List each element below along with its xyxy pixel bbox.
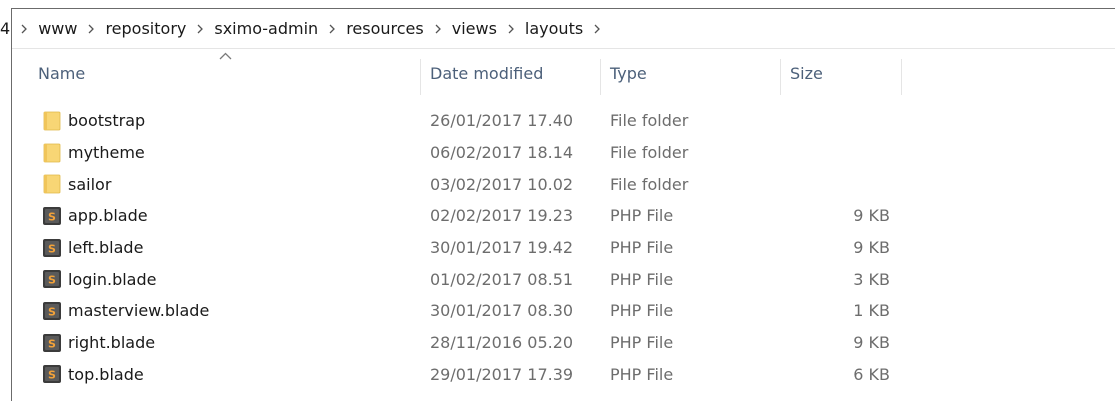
file-date-modified: 01/02/2017 08.51 — [430, 269, 574, 289]
svg-text:S: S — [48, 369, 56, 382]
file-type: File folder — [610, 174, 689, 194]
chevron-right-icon[interactable] — [504, 24, 518, 34]
file-date-modified: 29/01/2017 17.39 — [430, 364, 574, 384]
breadcrumb-item[interactable]: repository — [98, 19, 193, 38]
svg-text:S: S — [48, 210, 56, 223]
file-size: 9 KB — [853, 206, 890, 226]
file-name-cell[interactable]: Sleft.blade — [42, 232, 143, 264]
file-size: 6 KB — [853, 364, 890, 384]
file-type: PHP File — [610, 269, 674, 289]
file-size — [792, 105, 890, 137]
file-date-modified: 30/01/2017 08.30 — [430, 301, 574, 321]
file-name-cell[interactable]: mytheme — [42, 137, 145, 169]
file-name: top.blade — [68, 364, 144, 384]
file-date-modified: 30/01/2017 19.42 — [430, 238, 574, 258]
file-name-cell[interactable]: sailor — [42, 168, 111, 200]
file-row[interactable]: Smasterview.blade 30/01/2017 08.30 PHP Fil… — [12, 295, 1115, 327]
file-row[interactable]: Sleft.blade 30/01/2017 19.42 PHP File 9 KB — [12, 232, 1115, 264]
column-header-row: Name Date modified Type Size — [12, 49, 1115, 97]
file-name-cell[interactable]: bootstrap — [42, 105, 145, 137]
breadcrumb-item[interactable]: sximo-admin — [207, 19, 325, 38]
file-row[interactable]: Sright.blade 28/11/2016 05.20 PHP File 9 KB — [12, 327, 1115, 359]
file-size — [792, 137, 890, 169]
file-name: bootstrap — [68, 111, 146, 131]
column-separator[interactable] — [901, 59, 902, 95]
svg-text:S: S — [48, 242, 56, 255]
folder-icon — [42, 143, 62, 163]
file-date-modified: 03/02/2017 10.02 — [430, 174, 574, 194]
file-name-cell[interactable]: Smasterview.blade — [42, 295, 209, 327]
file-name: masterview.blade — [68, 301, 210, 321]
file-size: 9 KB — [853, 333, 890, 353]
file-size: 9 KB — [853, 238, 890, 258]
svg-text:S: S — [48, 305, 56, 318]
file-name-cell[interactable]: Slogin.blade — [42, 263, 156, 295]
chevron-right-icon[interactable] — [193, 24, 207, 34]
file-name: app.blade — [68, 206, 148, 226]
column-header-type[interactable]: Type — [600, 49, 780, 97]
php-file-icon: S — [42, 301, 62, 321]
file-row[interactable]: mytheme 06/02/2017 18.14 File folder — [12, 137, 1115, 169]
file-name: left.blade — [68, 238, 144, 258]
file-row[interactable]: Stop.blade 29/01/2017 17.39 PHP File 6 KB — [12, 359, 1115, 391]
file-name-cell[interactable]: Sapp.blade — [42, 200, 148, 232]
file-size: 1 KB — [853, 301, 890, 321]
file-date-modified: 06/02/2017 18.14 — [430, 143, 574, 163]
column-header-name[interactable]: Name — [28, 49, 420, 97]
php-file-icon: S — [42, 364, 62, 384]
breadcrumb-item[interactable]: resources — [339, 19, 431, 38]
file-name: right.blade — [68, 333, 156, 353]
breadcrumb-item[interactable]: views — [445, 19, 504, 38]
folder-icon — [42, 111, 62, 131]
file-size: 3 KB — [853, 269, 890, 289]
address-bar-breadcrumb[interactable]: 4 www repository sximo-admin resources views l… — [0, 9, 1104, 48]
file-name-cell[interactable]: Stop.blade — [42, 359, 144, 391]
file-date-modified: 28/11/2016 05.20 — [430, 333, 574, 353]
file-type: PHP File — [610, 206, 674, 226]
chevron-right-icon[interactable] — [431, 24, 445, 34]
file-row[interactable]: sailor 03/02/2017 10.02 File folder — [12, 168, 1115, 200]
file-type: PHP File — [610, 238, 674, 258]
svg-text:S: S — [48, 274, 56, 287]
file-size — [792, 168, 890, 200]
svg-text:S: S — [48, 337, 56, 350]
column-header-size[interactable]: Size — [780, 49, 901, 97]
chevron-right-icon[interactable] — [17, 24, 31, 34]
php-file-icon: S — [42, 238, 62, 258]
breadcrumb-item[interactable]: 4 — [0, 19, 17, 38]
file-list: bootstrap 26/01/2017 17.40 File folder myth… — [12, 105, 1115, 390]
file-row[interactable]: bootstrap 26/01/2017 17.40 File folder — [12, 105, 1115, 137]
php-file-icon: S — [42, 206, 62, 226]
file-type: PHP File — [610, 301, 674, 321]
column-header-date-modified[interactable]: Date modified — [420, 49, 600, 97]
file-date-modified: 26/01/2017 17.40 — [430, 111, 574, 131]
file-row[interactable]: Sapp.blade 02/02/2017 19.23 PHP File 9 KB — [12, 200, 1115, 232]
php-file-icon: S — [42, 269, 62, 289]
file-type: PHP File — [610, 333, 674, 353]
breadcrumb-item[interactable]: www — [31, 19, 84, 38]
file-type: File folder — [610, 143, 689, 163]
php-file-icon: S — [42, 333, 62, 353]
file-name-cell[interactable]: Sright.blade — [42, 327, 155, 359]
file-type: File folder — [610, 111, 689, 131]
folder-icon — [42, 174, 62, 194]
file-row[interactable]: Slogin.blade 01/02/2017 08.51 PHP File 3 KB — [12, 263, 1115, 295]
file-name: login.blade — [68, 269, 157, 289]
chevron-right-icon[interactable] — [590, 24, 604, 34]
file-type: PHP File — [610, 364, 674, 384]
file-name: mytheme — [68, 143, 145, 163]
file-name: sailor — [68, 174, 112, 194]
breadcrumb-item[interactable]: layouts — [518, 19, 590, 38]
chevron-right-icon[interactable] — [84, 24, 98, 34]
chevron-right-icon[interactable] — [325, 24, 339, 34]
file-date-modified: 02/02/2017 19.23 — [430, 206, 574, 226]
